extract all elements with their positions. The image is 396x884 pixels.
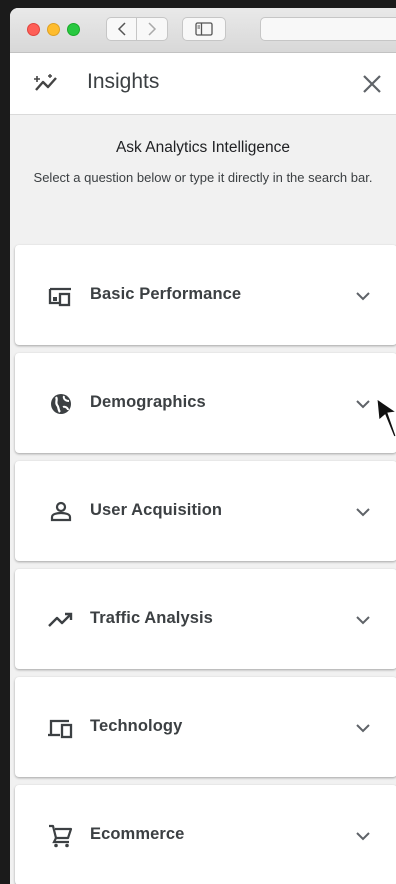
trending-up-icon xyxy=(48,612,73,627)
chevron-down-icon[interactable] xyxy=(353,718,373,738)
chevron-left-icon xyxy=(117,22,126,36)
category-label: Demographics xyxy=(90,393,206,411)
computer-icon xyxy=(48,719,73,739)
mouse-pointer-icon xyxy=(376,398,396,438)
category-ecommerce[interactable]: Ecommerce xyxy=(15,785,396,884)
intro-title: Ask Analytics Intelligence xyxy=(115,139,291,156)
category-label: User Acquisition xyxy=(90,501,223,519)
intro-text: Select a question below or type it direc… xyxy=(33,170,373,185)
category-user-acquisition[interactable]: User Acquisition xyxy=(15,461,396,561)
category-label: Traffic Analysis xyxy=(90,609,213,627)
shopping-cart-icon xyxy=(49,824,73,848)
category-technology[interactable]: Technology xyxy=(15,677,396,777)
globe-icon xyxy=(51,394,71,414)
chevron-down-icon[interactable] xyxy=(353,610,373,630)
category-label: Basic Performance xyxy=(90,285,242,303)
chevron-down-icon[interactable] xyxy=(353,394,373,414)
back-button[interactable] xyxy=(106,17,137,41)
chevron-down-icon[interactable] xyxy=(353,502,373,522)
minimize-window-button[interactable] xyxy=(47,23,60,36)
sidebar-toggle-button[interactable] xyxy=(182,17,226,41)
chevron-right-icon xyxy=(148,22,157,36)
browser-window: Insights Ask Analytics Intelligence Sele… xyxy=(10,8,396,884)
panel-header: Insights xyxy=(10,53,396,115)
close-icon[interactable] xyxy=(360,72,384,96)
chevron-down-icon[interactable] xyxy=(353,826,373,846)
forward-button[interactable] xyxy=(137,17,168,41)
devices-icon xyxy=(48,287,71,307)
insights-sparkle-icon xyxy=(34,74,57,91)
category-demographics[interactable]: Demographics xyxy=(15,353,396,453)
insights-panel: Insights Ask Analytics Intelligence Sele… xyxy=(10,53,396,884)
close-window-button[interactable] xyxy=(27,23,40,36)
category-traffic-analysis[interactable]: Traffic Analysis xyxy=(15,569,396,669)
panel-title: Insights xyxy=(87,70,160,93)
category-basic-performance[interactable]: Basic Performance xyxy=(15,245,396,345)
sidebar-icon xyxy=(195,22,213,36)
intro-section: Ask Analytics Intelligence Select a ques… xyxy=(10,115,396,243)
address-bar[interactable] xyxy=(260,17,396,41)
browser-toolbar xyxy=(10,8,396,53)
category-label: Technology xyxy=(90,717,183,735)
chevron-down-icon[interactable] xyxy=(353,286,373,306)
person-icon xyxy=(50,501,72,522)
category-label: Ecommerce xyxy=(90,825,185,843)
zoom-window-button[interactable] xyxy=(67,23,80,36)
